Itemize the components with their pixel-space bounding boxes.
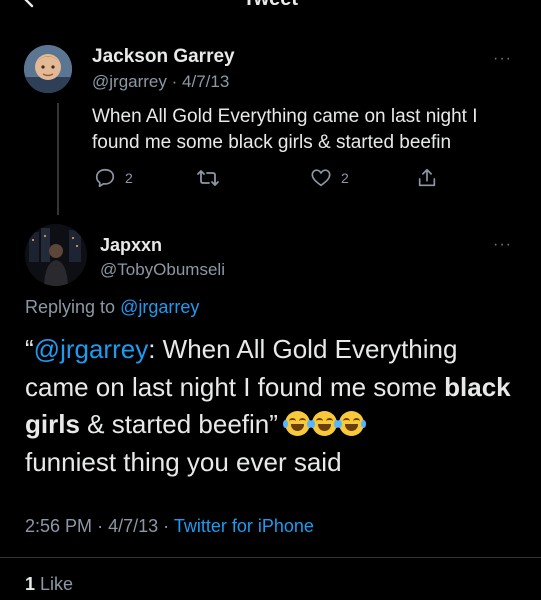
replying-to: Replying to @jrgarrey bbox=[25, 297, 199, 318]
separator-dot: · bbox=[163, 516, 170, 536]
parent-date[interactable]: 4/7/13 bbox=[182, 72, 229, 91]
heart-icon bbox=[311, 169, 331, 187]
avatar-image bbox=[24, 45, 72, 93]
like-count: 2 bbox=[341, 170, 349, 186]
parent-handle-date: @jrgarrey · 4/7/13 bbox=[92, 72, 229, 92]
like-stat-label: Like bbox=[40, 574, 74, 594]
like-stats[interactable]: 1 Like bbox=[25, 574, 73, 595]
avatar-jackson-garrey[interactable] bbox=[24, 45, 72, 93]
open-quote: “ bbox=[25, 334, 34, 364]
share-icon bbox=[418, 168, 436, 187]
tears-of-joy-emoji bbox=[283, 411, 313, 436]
reply-action[interactable]: 2 bbox=[94, 167, 133, 189]
main-handle[interactable]: @TobyObumseli bbox=[100, 260, 225, 280]
text-part-3: funniest thing you ever said bbox=[25, 446, 342, 477]
divider bbox=[0, 557, 541, 558]
avatar-japxxn[interactable] bbox=[25, 224, 87, 286]
tears-of-joy-emoji bbox=[310, 411, 340, 436]
tweet-date[interactable]: 4/7/13 bbox=[108, 516, 158, 536]
replying-to-prefix: Replying to bbox=[25, 297, 116, 317]
like-action[interactable]: 2 bbox=[310, 167, 349, 189]
parent-handle[interactable]: @jrgarrey bbox=[92, 72, 167, 91]
mention-link[interactable]: @jrgarrey bbox=[34, 334, 149, 364]
tweet-source[interactable]: Twitter for iPhone bbox=[174, 516, 314, 536]
tears-of-joy-emoji bbox=[337, 411, 367, 436]
main-tweet-text: “@jrgarrey: When All Gold Everything cam… bbox=[25, 331, 525, 481]
parent-more-button[interactable]: ··· bbox=[493, 50, 512, 68]
main-display-name[interactable]: Japxxn bbox=[100, 235, 162, 256]
retweet-icon bbox=[197, 170, 219, 186]
separator-dot: · bbox=[97, 516, 104, 536]
page-title: Tweet bbox=[0, 0, 541, 11]
replying-to-handle[interactable]: @jrgarrey bbox=[120, 297, 199, 317]
share-action[interactable] bbox=[416, 167, 438, 189]
separator-dot: · bbox=[171, 72, 178, 91]
thread-connector-line bbox=[57, 103, 59, 215]
reply-icon bbox=[95, 168, 115, 188]
reply-count: 2 bbox=[125, 170, 133, 186]
tweet-time[interactable]: 2:56 PM bbox=[25, 516, 92, 536]
text-part-2: & started beefin” bbox=[79, 409, 286, 439]
like-stat-count: 1 bbox=[25, 574, 36, 594]
timestamp-source: 2:56 PM · 4/7/13 · Twitter for iPhone bbox=[25, 516, 314, 537]
parent-display-name[interactable]: Jackson Garrey bbox=[92, 46, 235, 68]
avatar-image bbox=[25, 224, 87, 286]
main-more-button[interactable]: ··· bbox=[493, 236, 512, 254]
parent-tweet-text: When All Gold Everything came on last ni… bbox=[92, 106, 478, 153]
retweet-action[interactable] bbox=[196, 167, 220, 189]
